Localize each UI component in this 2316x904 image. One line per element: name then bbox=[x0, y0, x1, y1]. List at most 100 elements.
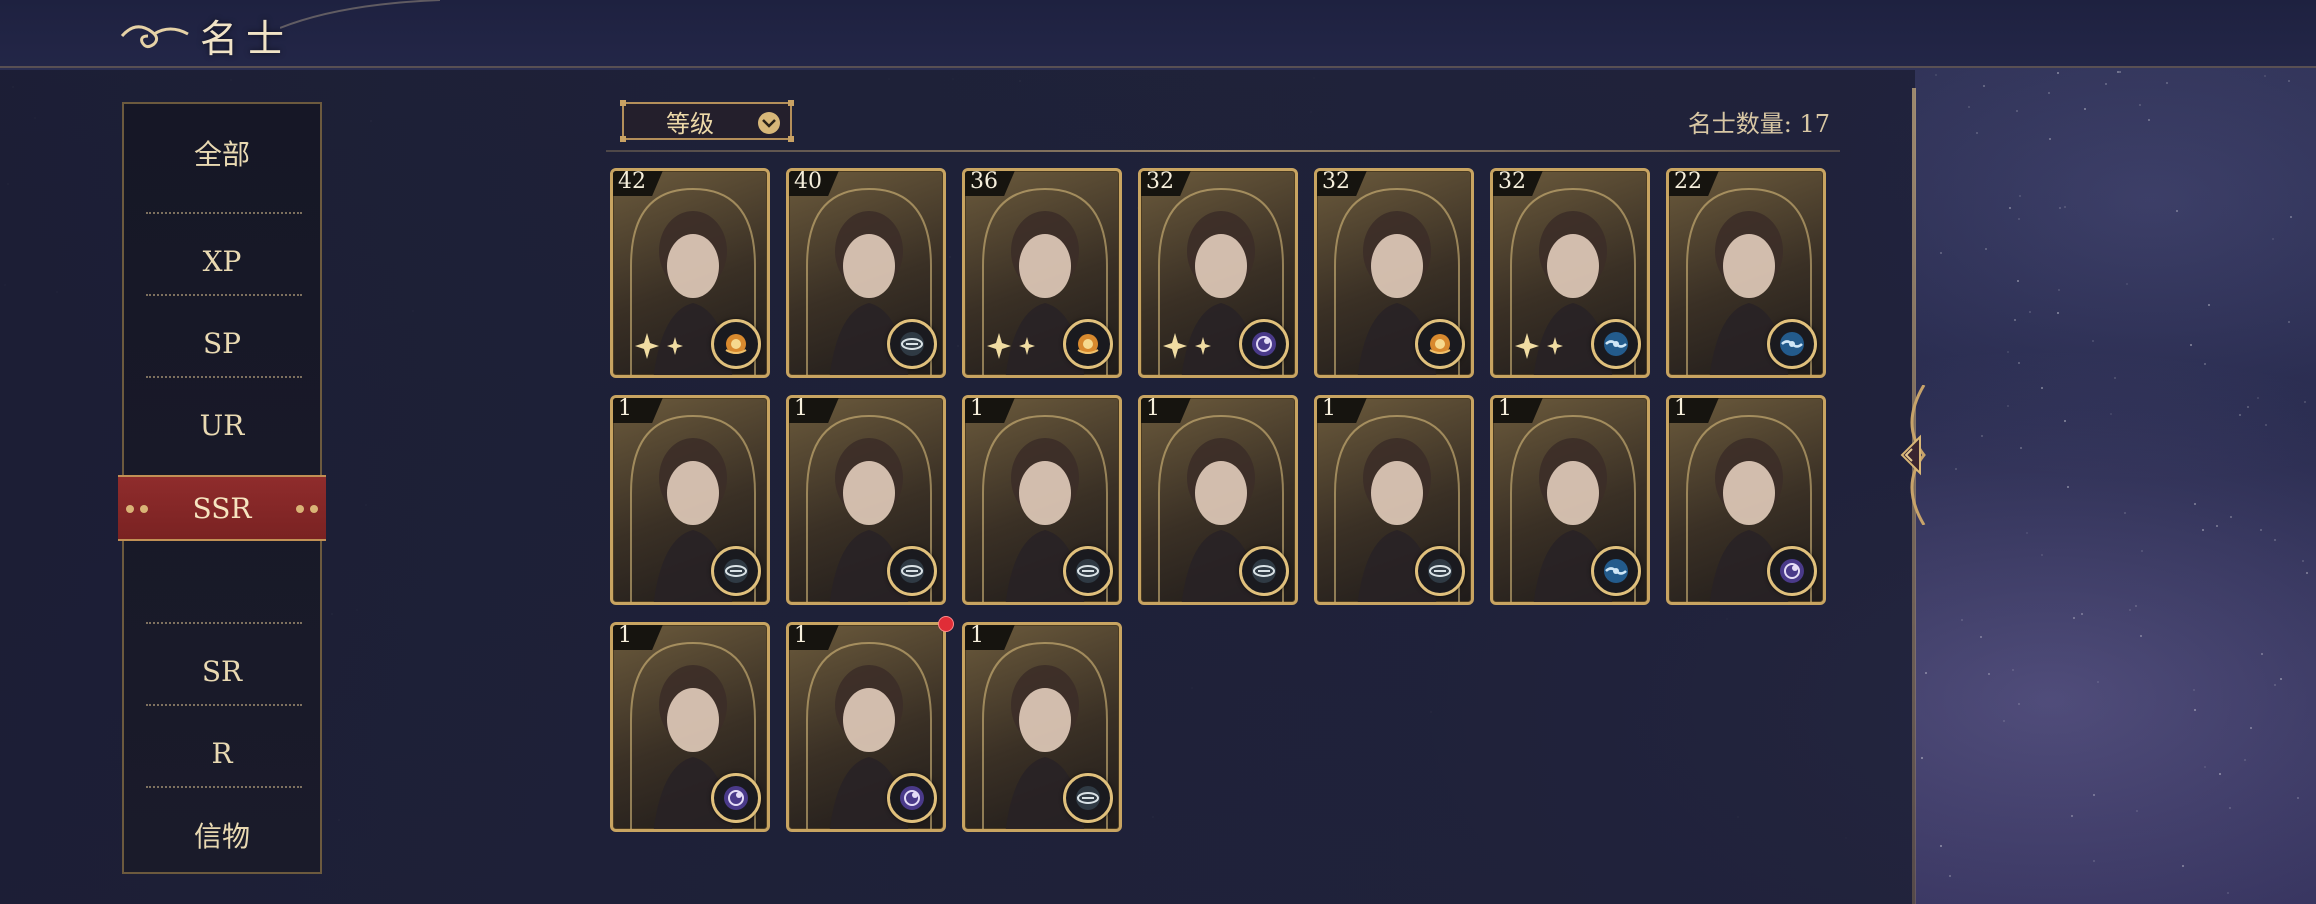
star-dot bbox=[1960, 618, 1963, 621]
hero-card[interactable]: 32 bbox=[1314, 168, 1474, 378]
hero-card[interactable]: 1 bbox=[610, 622, 770, 832]
star-dot bbox=[2058, 207, 2061, 210]
sidebar-item-token[interactable]: 信物 bbox=[124, 794, 320, 876]
corner-ornament bbox=[620, 136, 626, 142]
star-dot bbox=[2109, 412, 2112, 415]
star-dot bbox=[2056, 71, 2059, 74]
hero-card[interactable]: 32 bbox=[1490, 168, 1650, 378]
star-dot bbox=[2134, 604, 2137, 607]
hero-card[interactable]: 22 bbox=[1666, 168, 1826, 378]
star-dot bbox=[2246, 405, 2249, 408]
star-dot bbox=[2104, 83, 2107, 86]
star-dot bbox=[2194, 708, 2197, 711]
compass-eye-icon bbox=[711, 546, 761, 596]
sidebar-item-all[interactable]: 全部 bbox=[124, 112, 320, 194]
sun-orb-icon bbox=[711, 319, 761, 369]
corner-ornament bbox=[788, 100, 794, 106]
hero-card[interactable]: 1 bbox=[1314, 395, 1474, 605]
title-decoration bbox=[280, 0, 440, 29]
star-dot bbox=[2288, 320, 2291, 323]
star-dot bbox=[2202, 529, 2205, 532]
star-dot bbox=[2017, 361, 2020, 364]
sidebar-item-label: UR bbox=[199, 408, 245, 442]
divider bbox=[146, 622, 302, 624]
star-dot bbox=[2290, 216, 2292, 219]
star-dot bbox=[2274, 684, 2277, 687]
star-dot bbox=[2139, 635, 2142, 638]
star-dot bbox=[2148, 118, 2151, 121]
hero-card[interactable]: 40 bbox=[786, 168, 946, 378]
crescent-orb-icon bbox=[1239, 319, 1289, 369]
hero-card[interactable]: 1 bbox=[786, 395, 946, 605]
compass-eye-icon bbox=[887, 319, 937, 369]
hero-card[interactable]: 1 bbox=[962, 622, 1122, 832]
star-dot bbox=[2041, 387, 2044, 390]
star-dot bbox=[2135, 810, 2138, 813]
crescent-orb-icon bbox=[1767, 546, 1817, 596]
star-dot bbox=[1939, 845, 1942, 848]
star-dot bbox=[2279, 678, 2282, 681]
star-dot bbox=[2272, 238, 2275, 241]
star-dot bbox=[2018, 195, 2021, 198]
star-dot bbox=[2273, 539, 2276, 542]
hero-card[interactable]: 42 bbox=[610, 168, 770, 378]
sidebar-item-ssr[interactable]: SSR bbox=[118, 475, 326, 541]
hero-card[interactable]: 1 bbox=[962, 395, 1122, 605]
star-dot bbox=[1924, 671, 1927, 674]
star-dot bbox=[2243, 758, 2246, 761]
hero-card[interactable]: 32 bbox=[1138, 168, 1298, 378]
star-dot bbox=[2018, 703, 2021, 706]
star-dot bbox=[2249, 727, 2252, 730]
compass-eye-icon bbox=[1063, 773, 1113, 823]
hero-card[interactable]: 1 bbox=[610, 395, 770, 605]
cloud-swirl-icon bbox=[120, 25, 189, 49]
star-dot bbox=[1921, 757, 1924, 760]
hero-card[interactable]: 36 bbox=[962, 168, 1122, 378]
star-dot bbox=[1940, 251, 1943, 254]
star-dot bbox=[1968, 105, 1971, 108]
star-dot bbox=[2007, 405, 2010, 408]
hero-card[interactable]: 1 bbox=[786, 622, 946, 832]
star-dot bbox=[2063, 206, 2066, 209]
collapse-arrow-icon[interactable] bbox=[1890, 385, 1936, 525]
star-dot bbox=[2057, 288, 2060, 291]
star-dot bbox=[2123, 512, 2126, 515]
star-dot bbox=[2015, 109, 2018, 112]
divider bbox=[146, 294, 302, 296]
star-dot bbox=[2070, 815, 2073, 818]
hero-card[interactable]: 1 bbox=[1138, 395, 1298, 605]
sidebar-item-label: 全部 bbox=[193, 138, 250, 171]
corner-ornament bbox=[620, 100, 626, 106]
star-dot bbox=[2138, 103, 2141, 106]
sort-dropdown[interactable]: 等级 bbox=[620, 100, 794, 142]
star-dot bbox=[2117, 70, 2120, 73]
star-dot bbox=[2084, 108, 2087, 111]
star-dot bbox=[2119, 70, 2122, 73]
corner-ornament bbox=[788, 136, 794, 142]
crescent-orb-icon bbox=[887, 773, 937, 823]
star-dot bbox=[2297, 797, 2300, 800]
star-dot bbox=[2218, 772, 2221, 775]
sidebar-item-label: R bbox=[211, 736, 233, 770]
star-dot bbox=[2261, 652, 2263, 655]
hero-card[interactable]: 1 bbox=[1666, 395, 1826, 605]
compass-eye-icon bbox=[1415, 546, 1465, 596]
hero-card[interactable]: 1 bbox=[1490, 395, 1650, 605]
star-dot bbox=[2230, 515, 2233, 518]
sidebar-item-sp[interactable]: SP bbox=[124, 302, 320, 384]
star-dot bbox=[2096, 681, 2099, 684]
sidebar-item-label: 信物 bbox=[193, 820, 250, 853]
sidebar-item-xp[interactable]: XP bbox=[124, 220, 320, 302]
sidebar-item-sr[interactable]: SR bbox=[124, 630, 320, 712]
sidebar-item-label: XP bbox=[202, 244, 242, 278]
ornament-dot bbox=[126, 505, 134, 513]
sidebar-item-r[interactable]: R bbox=[124, 712, 320, 794]
star-dot bbox=[2304, 401, 2307, 404]
star-dot bbox=[1985, 248, 1988, 251]
star-dot bbox=[2229, 806, 2232, 809]
sun-orb-icon bbox=[1415, 319, 1465, 369]
star-dot bbox=[2301, 560, 2304, 563]
star-dot bbox=[2165, 82, 2168, 85]
sidebar-item-ur[interactable]: UR bbox=[124, 384, 320, 466]
divider bbox=[146, 212, 302, 214]
